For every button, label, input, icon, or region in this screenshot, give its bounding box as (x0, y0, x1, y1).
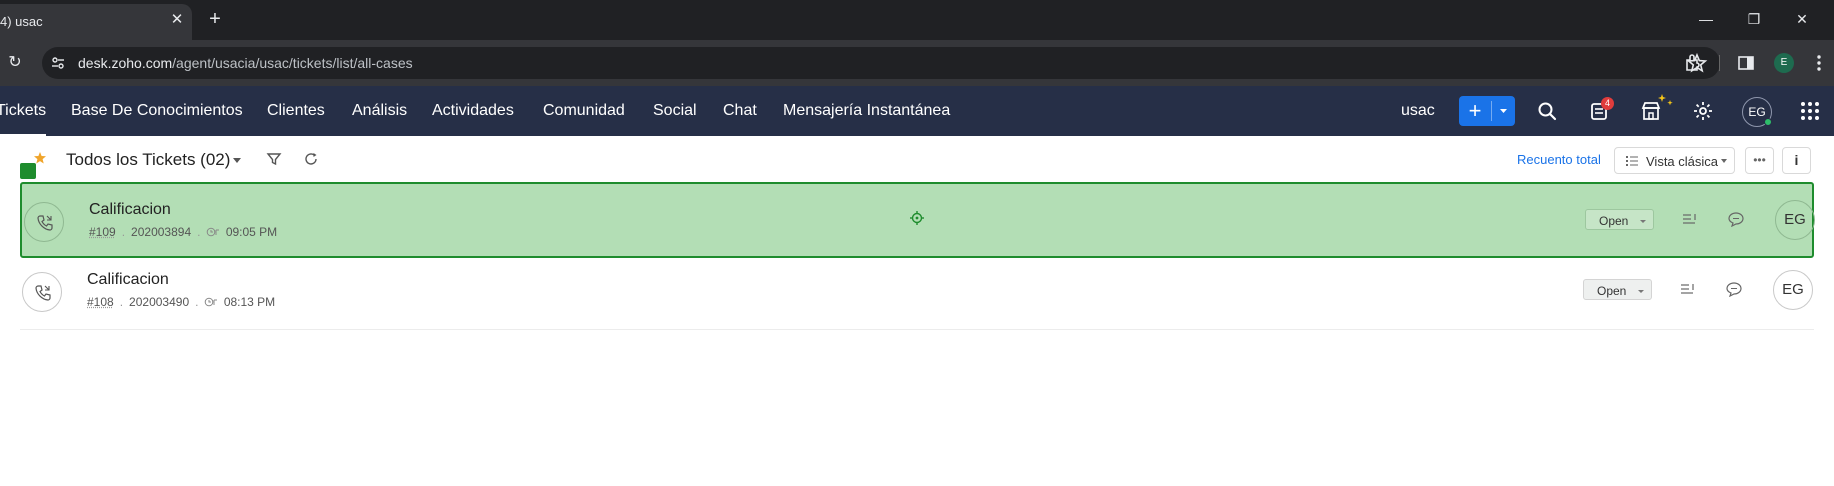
settings-gear-icon[interactable] (1691, 99, 1715, 123)
view-selector[interactable]: Todos los Tickets (02) (66, 150, 230, 170)
phone-icon (37, 215, 53, 231)
ticket-time: 08:13 PM (223, 295, 276, 309)
close-window-button[interactable]: ✕ (1790, 8, 1814, 30)
nav-tab-community[interactable]: Comunidad (543, 102, 625, 120)
nav-tab-social[interactable]: Social (653, 102, 697, 120)
separator-dot: . (195, 295, 199, 309)
sparkle-icon (1658, 94, 1673, 106)
browser-toolbar: ↻ desk.zoho.com/agent/usacia/usac/ticket… (0, 40, 1834, 86)
phone-channel-icon (22, 272, 62, 312)
nav-tab-tickets[interactable]: Tickets (0, 102, 47, 137)
url-text: desk.zoho.com/agent/usacia/usac/tickets/… (78, 55, 413, 71)
toolbar-divider (1719, 55, 1720, 71)
priority-icon[interactable] (1679, 281, 1697, 297)
ticket-number[interactable]: #108 (87, 295, 114, 309)
url-path: /agent/usacia/usac/tickets/list/all-case… (172, 55, 413, 71)
assignee-avatar[interactable]: EG (1773, 270, 1813, 310)
reload-icon[interactable]: ↻ (4, 52, 26, 74)
add-button[interactable]: + (1459, 96, 1515, 126)
classic-view-label: Vista clásica (1646, 154, 1719, 169)
chevron-down-icon (1640, 220, 1646, 223)
ticket-contact-id: 202003894 (131, 225, 192, 239)
classic-view-dropdown[interactable]: Vista clásica (1614, 147, 1735, 174)
ticket-row[interactable]: Calificacion #108. 202003490. 08:13 PM Op… (20, 254, 1814, 330)
crosshair-icon (910, 211, 924, 225)
assignee-avatar[interactable]: EG (1775, 200, 1815, 240)
more-options-button[interactable]: ••• (1745, 147, 1774, 174)
chevron-down-icon (1721, 159, 1727, 163)
comment-icon[interactable] (1725, 281, 1743, 297)
search-icon[interactable] (1535, 99, 1559, 123)
info-button[interactable]: i (1782, 147, 1811, 174)
filter-icon[interactable] (265, 150, 283, 168)
chevron-down-icon[interactable] (233, 158, 241, 163)
browser-tab-strip: 4) usac ✕ + — ❐ ✕ (0, 0, 1834, 40)
browser-tab[interactable]: 4) usac ✕ (0, 4, 192, 40)
total-count-link[interactable]: Recuento total (1517, 152, 1601, 167)
restore-button[interactable]: ❐ (1742, 8, 1766, 30)
new-tab-button[interactable]: + (204, 8, 226, 30)
ticket-time: 09:05 PM (225, 225, 278, 239)
separator-dot: . (197, 225, 201, 239)
nav-tab-knowledge-base[interactable]: Base De Conocimientos (71, 102, 243, 120)
app-navbar: Tickets Base De Conocimientos Clientes A… (0, 86, 1834, 137)
tab-close-icon[interactable]: ✕ (168, 11, 186, 29)
separator-dot: . (119, 295, 124, 309)
separator-dot: . (121, 225, 126, 239)
comment-icon[interactable] (1727, 211, 1745, 227)
apps-grid-icon[interactable] (1798, 99, 1822, 123)
address-bar[interactable]: desk.zoho.com/agent/usacia/usac/tickets/… (42, 47, 1720, 79)
nav-tab-analytics[interactable]: Análisis (352, 102, 407, 120)
phone-channel-icon (24, 202, 64, 242)
side-panel-icon[interactable] (1734, 51, 1758, 75)
url-host: desk.zoho.com (78, 55, 173, 71)
selection-marker-icon (20, 163, 36, 179)
chevron-down-icon (1638, 290, 1644, 293)
refresh-icon[interactable] (302, 150, 320, 168)
nav-tab-chat[interactable]: Chat (723, 102, 757, 120)
status-label: Open (1597, 284, 1627, 298)
phone-icon (35, 285, 51, 301)
plus-icon: + (1468, 98, 1482, 123)
nav-tab-instant-messaging[interactable]: Mensajería Instantánea (783, 102, 950, 120)
ticket-number[interactable]: #109 (89, 225, 116, 239)
notification-count-badge: 4 (1601, 97, 1614, 110)
extensions-icon[interactable] (1682, 51, 1706, 75)
tab-title: 4) usac (0, 14, 43, 29)
ticket-contact-id: 202003490 (129, 295, 190, 309)
ticket-subject[interactable]: Calificacion (89, 201, 171, 219)
nav-tab-activities[interactable]: Actividades (432, 102, 514, 120)
ticket-meta: #108. 202003490. 08:13 PM (87, 295, 275, 309)
status-dropdown[interactable]: Open (1585, 209, 1654, 230)
clock-icon (205, 297, 218, 307)
site-settings-icon[interactable] (50, 55, 66, 71)
department-switcher[interactable]: usac (1401, 102, 1435, 120)
favorite-star-icon[interactable] (33, 151, 47, 165)
list-view-icon (1626, 156, 1638, 166)
view-header: Todos los Tickets (02) Recuento total Vi… (0, 136, 1834, 180)
status-label: Open (1599, 214, 1629, 228)
browser-profile-avatar[interactable]: E (1774, 53, 1794, 73)
nav-tab-clients[interactable]: Clientes (267, 102, 325, 120)
ticket-subject[interactable]: Calificacion (87, 271, 169, 289)
online-status-indicator (1764, 118, 1772, 126)
add-dropdown-icon[interactable] (1492, 96, 1515, 126)
ticket-meta: #109. 202003894. 09:05 PM (89, 225, 277, 239)
status-dropdown[interactable]: Open (1583, 279, 1652, 300)
priority-icon[interactable] (1681, 211, 1699, 227)
minimize-button[interactable]: — (1694, 8, 1718, 30)
clock-icon (207, 227, 220, 237)
browser-menu-icon[interactable] (1807, 51, 1831, 75)
